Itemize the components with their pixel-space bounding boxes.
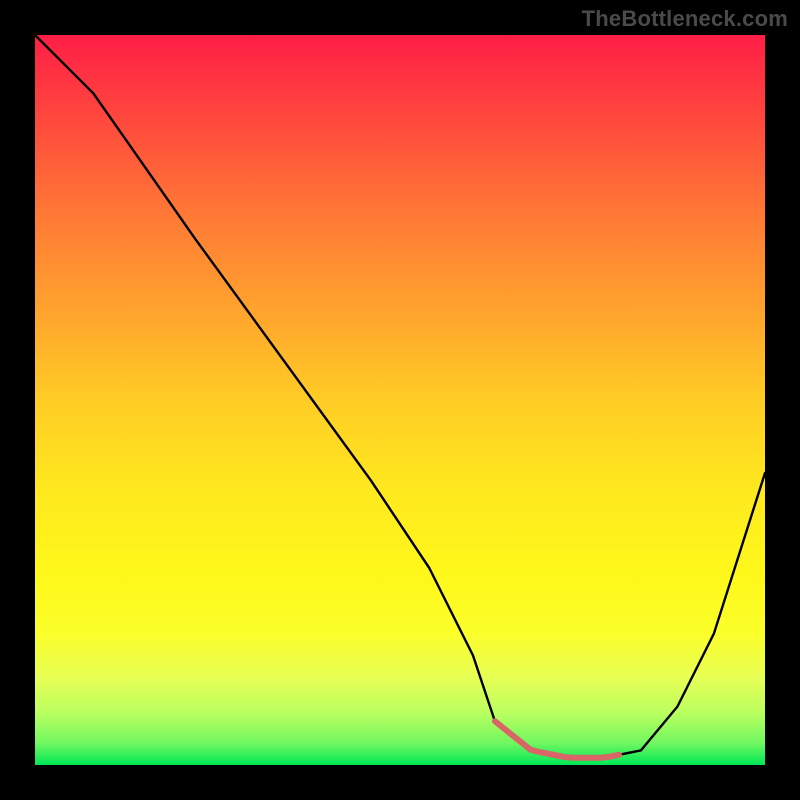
plot-area bbox=[35, 35, 765, 765]
bottleneck-curve bbox=[35, 35, 765, 765]
curve-path bbox=[35, 35, 765, 758]
chart-container: TheBottleneck.com bbox=[0, 0, 800, 800]
watermark-label: TheBottleneck.com bbox=[582, 6, 788, 32]
highlight-path bbox=[495, 721, 619, 758]
